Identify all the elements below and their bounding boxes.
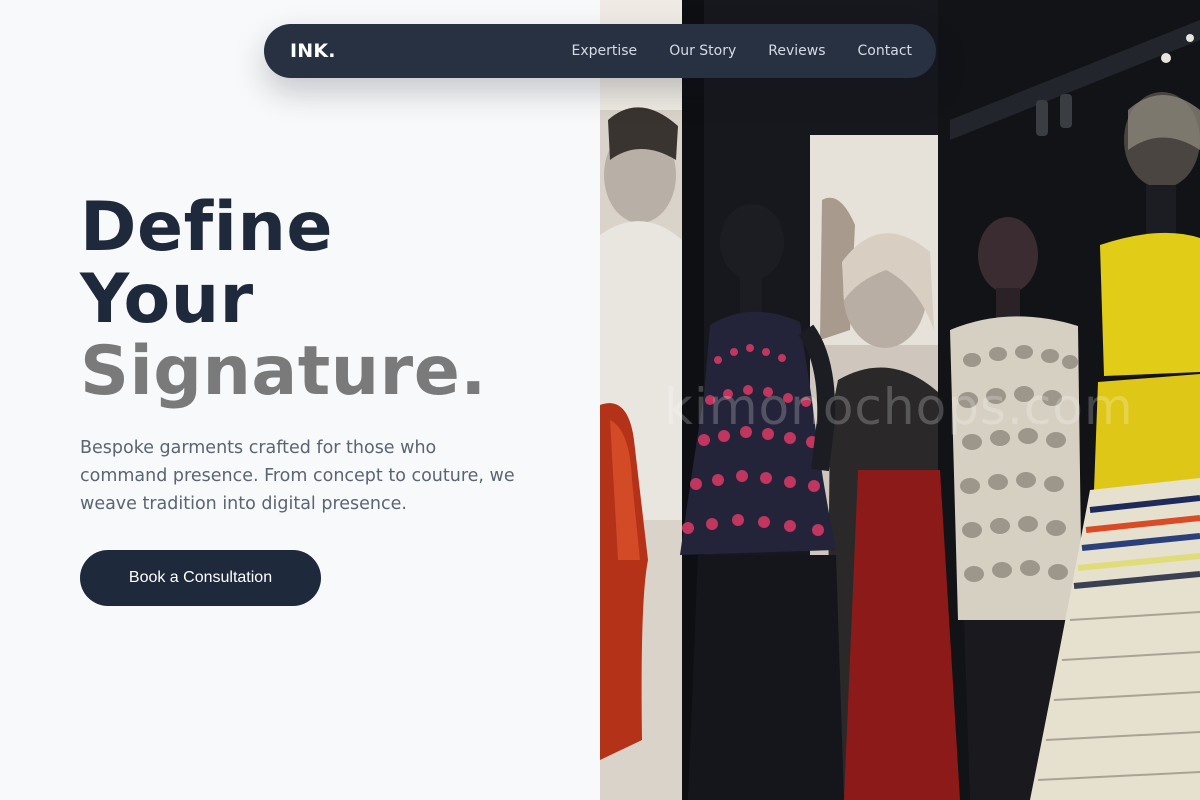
logo[interactable]: INK. xyxy=(290,40,336,62)
nav-link-expertise[interactable]: Expertise xyxy=(572,43,638,59)
nav-link-contact[interactable]: Contact xyxy=(858,43,912,59)
hero-description: Bespoke garments crafted for those who c… xyxy=(80,438,515,514)
nav-links: Expertise Our Story Reviews Contact xyxy=(572,43,913,59)
hero-title-line-2: Your xyxy=(80,260,254,339)
hero-title-line-1: Define xyxy=(80,188,333,267)
hero-title: Define Your Signature. xyxy=(80,192,487,408)
hero-title-line-3: Signature. xyxy=(80,332,487,411)
nav-link-our-story[interactable]: Our Story xyxy=(669,43,736,59)
nav-link-reviews[interactable]: Reviews xyxy=(768,43,825,59)
book-consultation-button[interactable]: Book a Consultation xyxy=(80,550,321,606)
navbar: INK. Expertise Our Story Reviews Contact xyxy=(264,24,936,78)
hero-image xyxy=(600,0,1200,800)
